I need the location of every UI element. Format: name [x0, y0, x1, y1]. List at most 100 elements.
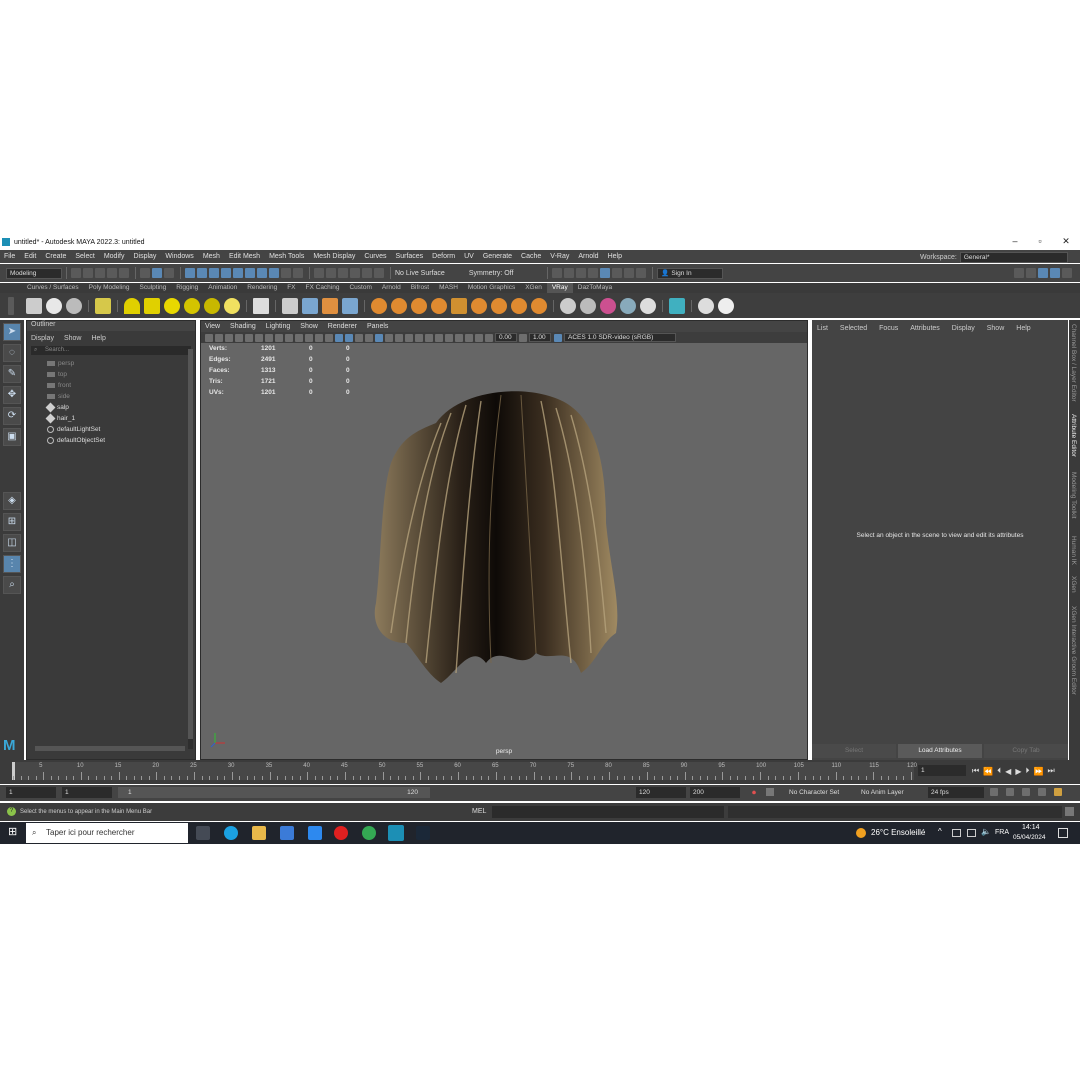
step-forward-key-icon[interactable]: ⏩: [1033, 767, 1043, 776]
vray-render-icon[interactable]: [624, 268, 635, 278]
default-material-icon[interactable]: [355, 333, 363, 342]
outliner-item-defaultobjectset[interactable]: defaultObjectSet: [27, 435, 195, 446]
side-tab-attribute-editor[interactable]: Attribute Editor: [1070, 414, 1077, 457]
grid-icon[interactable]: [265, 333, 273, 342]
playback-start-field[interactable]: 1: [62, 787, 112, 798]
menu-edit-mesh[interactable]: Edit Mesh: [225, 253, 265, 260]
paint-select-tool-icon[interactable]: ✎: [3, 365, 21, 383]
vray-sphere-light-icon[interactable]: [164, 297, 180, 314]
shelf-options-icon[interactable]: [8, 296, 14, 315]
windows-start-icon[interactable]: ⊞: [8, 827, 19, 838]
snap-view-icon[interactable]: [350, 268, 360, 278]
go-to-end-icon[interactable]: ⏭: [1047, 766, 1054, 776]
anim-layer-dropdown[interactable]: No Anim Layer: [858, 787, 920, 798]
image-plane-icon[interactable]: [235, 333, 243, 342]
snap-point-icon[interactable]: [338, 268, 348, 278]
vray-lightmix-icon[interactable]: [640, 297, 656, 314]
shelf-tab-fx[interactable]: FX: [282, 283, 300, 293]
scene-end-field[interactable]: 200: [690, 787, 740, 798]
mask-icon-3[interactable]: [209, 268, 219, 278]
shelf-tab-fx-caching[interactable]: FX Caching: [301, 283, 345, 293]
panel-layout-icon-2[interactable]: [1026, 268, 1036, 278]
vray-ptex-icon[interactable]: [491, 297, 507, 314]
menu-generate[interactable]: Generate: [479, 253, 517, 260]
shelf-tab-sculpting[interactable]: Sculpting: [135, 283, 172, 293]
vray-material-icon[interactable]: [95, 297, 111, 314]
side-tab-human-ik[interactable]: Human IK: [1070, 536, 1077, 565]
safe-title-icon[interactable]: [325, 333, 333, 342]
camera-select-icon[interactable]: [205, 333, 213, 342]
move-tool-icon[interactable]: ✥: [3, 386, 21, 404]
gamma-icon[interactable]: [519, 333, 527, 342]
menu-arnold[interactable]: Arnold: [574, 253, 603, 260]
viewport-menu-shading[interactable]: Shading: [230, 323, 256, 330]
chrome-icon[interactable]: [362, 826, 376, 840]
live-surface-label[interactable]: No Live Surface: [395, 270, 445, 277]
history-icon[interactable]: [552, 268, 563, 278]
taskbar-search-input[interactable]: ⌕ Taper ici pour rechercher: [26, 823, 188, 843]
time-ruler[interactable]: 5 10 15 20 25 30 35 40 45 50 55 60 65 70 75 80 85 90 95 100…: [12, 762, 917, 780]
menu-modify[interactable]: Modify: [100, 253, 130, 260]
key-options-icon[interactable]: [766, 788, 774, 796]
attr-menu-list[interactable]: List: [817, 325, 828, 332]
time-slider[interactable]: 5 10 15 20 25 30 35 40 45 50 55 60 65 70 75 80 85 90 95 100…: [0, 760, 1080, 784]
panel-layout-icon-3[interactable]: [1038, 268, 1048, 278]
play-backwards-icon[interactable]: ◀: [1005, 767, 1011, 776]
vray-scene-icon[interactable]: [322, 297, 338, 314]
menu-create[interactable]: Create: [41, 253, 71, 260]
four-view-icon[interactable]: ⊞: [3, 513, 21, 531]
attr-menu-attributes[interactable]: Attributes: [910, 325, 940, 332]
menu-v-ray[interactable]: V-Ray: [546, 253, 574, 260]
select-hierarchy-icon[interactable]: [140, 268, 150, 278]
cache-playback-icon[interactable]: [1006, 788, 1014, 796]
bookmark-icon[interactable]: [225, 333, 233, 342]
mask-icon-8[interactable]: [269, 268, 279, 278]
menu-windows[interactable]: Windows: [161, 253, 198, 260]
task-view-icon[interactable]: [196, 826, 210, 840]
symmetry-label[interactable]: Symmetry: Off: [469, 270, 514, 277]
menu-mesh-tools[interactable]: Mesh Tools: [265, 253, 309, 260]
snap-curve-icon[interactable]: [326, 268, 336, 278]
mask-icon-9[interactable]: [281, 268, 291, 278]
menu-uv[interactable]: UV: [460, 253, 479, 260]
close-button[interactable]: ✕: [1056, 236, 1076, 248]
outliner-item-defaultlightset[interactable]: defaultLightSet: [27, 424, 195, 435]
persp-outliner-icon[interactable]: ◫: [3, 534, 21, 552]
panel-layout-icon-5[interactable]: [1062, 268, 1072, 278]
input-language[interactable]: FRA: [995, 829, 1009, 836]
load-attributes-button[interactable]: Load Attributes: [898, 744, 982, 758]
rotate-tool-icon[interactable]: ⟳: [3, 407, 21, 425]
menu-help[interactable]: Help: [604, 253, 627, 260]
script-editor-icon[interactable]: [1065, 807, 1074, 816]
film-gate-icon[interactable]: [275, 333, 283, 342]
range-bar[interactable]: 1 120: [118, 787, 430, 798]
vray-help-icon[interactable]: [698, 297, 714, 314]
edge-icon[interactable]: [224, 826, 238, 840]
step-back-key-icon[interactable]: ⏪: [983, 767, 993, 776]
vray-import-icon[interactable]: [580, 297, 596, 314]
vray-fur-icon[interactable]: [302, 297, 318, 314]
mask-icon-1[interactable]: [185, 268, 195, 278]
vray-frame-buffer-icon[interactable]: [46, 297, 62, 314]
vray-palette-icon[interactable]: [620, 297, 636, 314]
viewport-menu-lighting[interactable]: Lighting: [266, 323, 291, 330]
network-icon[interactable]: [952, 829, 961, 837]
grease-pencil-icon[interactable]: [255, 333, 263, 342]
shelf-tab-bifrost[interactable]: Bifrost: [406, 283, 434, 293]
xray-icon[interactable]: [455, 333, 463, 342]
file-explorer-icon[interactable]: [252, 826, 266, 840]
vray-subdivision-icon[interactable]: [391, 297, 407, 314]
smooth-shade-icon[interactable]: [345, 333, 353, 342]
vray-render-settings-icon[interactable]: [26, 297, 42, 314]
undo-icon[interactable]: [107, 268, 117, 278]
hair-model[interactable]: [201, 343, 807, 759]
play-forwards-icon[interactable]: ▶: [1015, 767, 1021, 776]
gamma-input[interactable]: 1.00: [529, 333, 551, 342]
vray-gear-icon[interactable]: [531, 297, 547, 314]
motion-blur-icon[interactable]: [415, 333, 423, 342]
viewport-menu-show[interactable]: Show: [300, 323, 318, 330]
current-frame-field[interactable]: 1: [918, 765, 966, 776]
resolution-gate-icon[interactable]: [285, 333, 293, 342]
attr-menu-focus[interactable]: Focus: [879, 325, 898, 332]
command-input[interactable]: [492, 806, 724, 818]
